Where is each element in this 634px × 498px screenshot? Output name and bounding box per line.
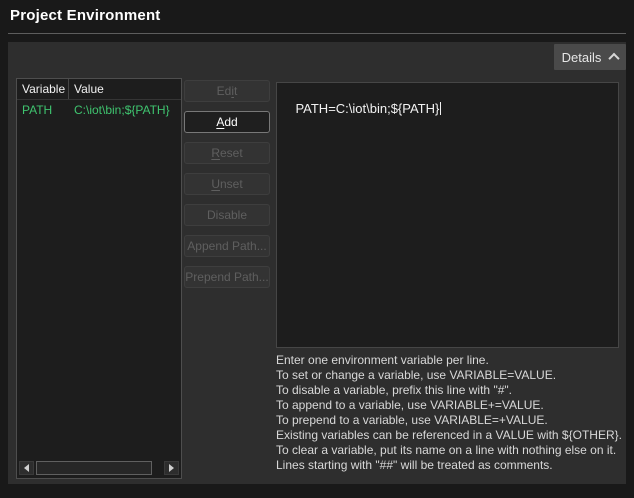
editor-text: PATH=C:\iot\bin;${PATH} [295,101,439,116]
prepend-path-button-label: Prepend Path... [185,270,268,284]
environment-editor[interactable]: PATH=C:\iot\bin;${PATH} [276,82,619,348]
edit-button[interactable]: Edit [184,80,270,102]
scrollbar-track[interactable] [35,461,163,475]
title-separator [8,33,626,34]
help-line: To append to a variable, use VARIABLE+=V… [276,398,626,413]
help-line: To disable a variable, prefix this line … [276,383,626,398]
append-path-button-label: Append Path... [187,239,266,253]
page-title: Project Environment [10,7,161,24]
help-text: Enter one environment variable per line.… [276,353,626,473]
details-button-label: Details [562,50,602,65]
table-header: Variable Value [17,79,181,100]
scroll-right-icon [169,464,174,472]
chevron-up-icon [609,53,620,64]
column-header-variable[interactable]: Variable [17,79,69,99]
help-line: To set or change a variable, use VARIABL… [276,368,626,383]
add-button[interactable]: Add [184,111,270,133]
scrollbar-thumb[interactable] [36,461,152,475]
help-line: Enter one environment variable per line. [276,353,626,368]
details-button[interactable]: Details [554,44,626,70]
disable-button-label: Disable [207,208,247,222]
variable-value-cell[interactable]: C:\iot\bin;${PATH} [69,100,181,120]
scroll-right-button[interactable] [164,461,179,475]
table-row[interactable]: PATH C:\iot\bin;${PATH} [17,100,181,120]
unset-button[interactable]: Unset [184,173,270,195]
disable-button[interactable]: Disable [184,204,270,226]
horizontal-scrollbar[interactable] [19,460,179,476]
environment-variables-table[interactable]: Variable Value PATH C:\iot\bin;${PATH} [16,78,182,479]
actions-column: Edit Add Reset Unset Disable Append Path… [184,80,270,288]
help-line: Lines starting with "##" will be treated… [276,458,626,473]
scroll-left-icon [24,464,29,472]
reset-button[interactable]: Reset [184,142,270,164]
help-line: To clear a variable, put its name on a l… [276,443,626,458]
prepend-path-button[interactable]: Prepend Path... [184,266,270,288]
help-line: Existing variables can be referenced in … [276,428,626,443]
column-header-value[interactable]: Value [69,79,181,99]
text-caret [440,102,441,115]
edit-button-label: Ed [217,84,232,98]
variable-name-cell[interactable]: PATH [17,100,69,120]
help-line: To prepend to a variable, use VARIABLE=+… [276,413,626,428]
project-environment-panel: Details Variable Value PATH C:\iot\bin;$… [8,42,626,484]
scroll-left-button[interactable] [19,461,34,475]
append-path-button[interactable]: Append Path... [184,235,270,257]
